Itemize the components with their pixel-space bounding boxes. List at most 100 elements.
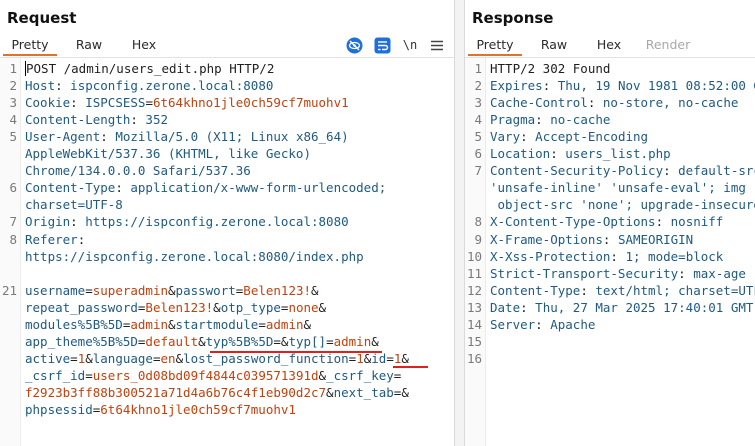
newline-icon[interactable]: \n xyxy=(401,36,419,54)
code-line: app_theme%5B%5D=default&typ%5B%5D=&typ[]… xyxy=(25,334,379,349)
line-number: 13 xyxy=(466,299,482,315)
header-value: users_list.php xyxy=(565,146,671,162)
annotation-underline-typ xyxy=(210,351,382,353)
annotation-underline-id xyxy=(393,366,428,368)
code-line: X-Xss-Protection: 1; mode=block xyxy=(490,249,723,264)
response-tab-render: Render xyxy=(645,37,691,52)
response-title: Response xyxy=(472,9,554,27)
header-separator: : xyxy=(130,112,146,128)
header-value: 1; mode=block xyxy=(625,248,724,264)
request-editor[interactable]: 1 2 3 4 5 6 7 8 21 POST /admin/users_edit.php HT… xyxy=(0,58,454,446)
header-value: Chrome/134.0.0.0 Safari/537.36 xyxy=(25,163,251,179)
line-number: 4 xyxy=(474,112,482,128)
line-number: 2 xyxy=(474,78,482,94)
newline-label: \n xyxy=(402,38,418,52)
code-line: Expires: Thu, 19 Nov 1981 08:52:00 GMT xyxy=(490,78,755,93)
param-value: 1 xyxy=(356,350,364,366)
header-separator: : xyxy=(77,231,86,247)
code-line: Strict-Transport-Security: max-age xyxy=(490,266,746,281)
param-value: Belen123! xyxy=(145,299,214,315)
header-separator: : xyxy=(100,129,116,145)
header-value: no-cache xyxy=(550,112,611,128)
header-name: Cache-Control xyxy=(490,95,588,111)
header-name: X-Frame-Options xyxy=(490,231,603,247)
param-value: 6t64khno1jle0ch59cf7muohv1 xyxy=(100,402,296,417)
param-separator: & xyxy=(213,299,221,315)
request-tab-hex[interactable]: Hex xyxy=(124,34,164,56)
line-number: 3 xyxy=(474,95,482,111)
param-separator: & xyxy=(198,333,206,349)
header-value: SAMEORIGIN xyxy=(617,231,694,247)
header-separator: : xyxy=(663,163,679,179)
param-value: admin xyxy=(333,333,372,349)
header-separator: : xyxy=(55,78,71,94)
param-separator: & xyxy=(168,316,176,332)
line-number: 7 xyxy=(474,163,482,179)
line-number: 15 xyxy=(466,333,482,349)
cookie-equals: = xyxy=(145,95,153,111)
header-name: Location xyxy=(490,146,551,162)
header-value: no-store, no-cache xyxy=(602,95,739,111)
param-separator: & xyxy=(401,350,409,366)
line-number: 21 xyxy=(1,282,17,298)
eye-slash-icon[interactable] xyxy=(345,36,363,54)
param-name: _csrf_key xyxy=(326,367,394,383)
wrap-icon[interactable] xyxy=(373,36,391,54)
param-separator: & xyxy=(175,350,184,366)
code-line: charset=UTF-8 xyxy=(25,197,123,212)
request-line: POST /admin/users_edit.php HTTP/2 xyxy=(25,61,275,76)
header-value: ispconfig.zerone.local:8080 xyxy=(70,78,274,94)
header-value: Accept-Encoding xyxy=(535,129,649,145)
param-equals: = xyxy=(152,350,161,366)
response-editor[interactable]: 1 2 3 4 5 6 7 8 9 10 11 12 13 14 15 16 HTTP/2 302 Found… xyxy=(465,58,755,446)
header-separator: : xyxy=(542,78,558,94)
param-separator: & xyxy=(318,367,327,383)
param-separator: & xyxy=(371,333,379,349)
param-separator: & xyxy=(85,350,93,366)
response-tab-raw[interactable]: Raw xyxy=(534,34,574,56)
code-line: Cookie: ISPCSESS=6t64khno1jle0ch59cf7muo… xyxy=(25,95,349,110)
pane-splitter[interactable] xyxy=(454,0,465,446)
param-equals: = xyxy=(85,282,93,298)
header-separator: : xyxy=(70,214,86,230)
param-value: none xyxy=(288,299,319,315)
request-tab-raw[interactable]: Raw xyxy=(69,34,109,56)
param-equals: = xyxy=(273,333,281,349)
code-line: f2923b3ff88b300521a71d4a6b76c4f1eb90d2c7… xyxy=(25,385,409,400)
header-name: Expires xyxy=(490,78,543,94)
code-line: Server: Apache xyxy=(490,317,595,332)
param-name: language xyxy=(92,350,153,366)
line-number: 1 xyxy=(9,61,17,76)
param-equals: = xyxy=(85,367,93,383)
param-name: otp_type xyxy=(220,299,281,315)
code-line: 'unsafe-inline' 'unsafe-eval'; img xyxy=(490,180,746,195)
code-line: repeat_password=Belen123!&otp_type=none& xyxy=(25,300,326,315)
header-name: X-Content-Type-Options xyxy=(490,214,656,230)
line-number: 6 xyxy=(474,146,482,162)
code-line: X-Frame-Options: SAMEORIGIN xyxy=(490,232,693,247)
param-value: f2923b3ff88b300521a71d4a6b76c4f1eb90d2c7 xyxy=(25,384,327,400)
line-number: 5 xyxy=(9,129,17,145)
header-value: nosniff xyxy=(670,214,724,230)
request-pane: Request Pretty Raw Hex \n 1234 5 6 7 8 2… xyxy=(0,0,454,446)
param-value: superadmin xyxy=(92,282,169,298)
param-value: users_0d08bd09f4844c039571391d xyxy=(92,367,319,383)
header-separator: : xyxy=(115,180,131,196)
header-value: Thu, 19 Nov 1981 08:52:00 GMT xyxy=(557,78,755,94)
response-tab-hex[interactable]: Hex xyxy=(589,34,629,56)
header-separator: : xyxy=(655,214,671,230)
header-value: text/html; charset=UTF xyxy=(595,282,755,298)
line-number: 11 xyxy=(466,265,482,281)
header-value: 'unsafe-inline' 'unsafe-eval'; img xyxy=(490,180,746,196)
response-tab-pretty[interactable]: Pretty xyxy=(468,34,522,56)
hamburger-menu-icon[interactable] xyxy=(428,36,446,54)
param-separator: & xyxy=(326,384,334,400)
line-number: 6 xyxy=(9,180,17,196)
param-separator: & xyxy=(318,299,327,315)
line-number: 4 xyxy=(9,112,17,128)
request-tab-pretty[interactable]: Pretty xyxy=(3,34,57,56)
param-value: Belen123! xyxy=(243,282,312,298)
header-name: Content-Security-Policy xyxy=(490,163,664,179)
code-line: Host: ispconfig.zerone.local:8080 xyxy=(25,78,273,93)
code-line: Pragma: no-cache xyxy=(490,112,610,127)
